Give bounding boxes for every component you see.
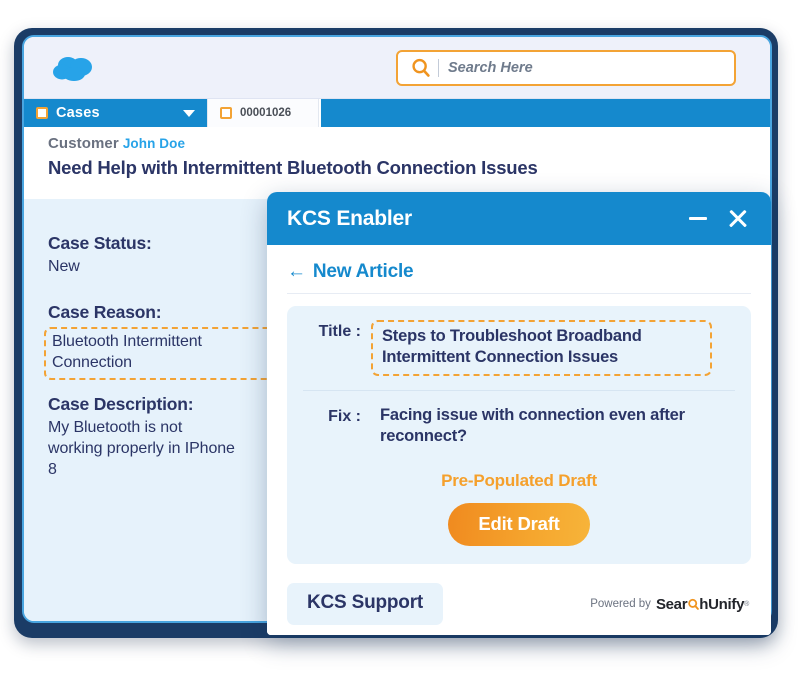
search-divider (438, 59, 439, 77)
minimize-icon[interactable] (689, 217, 707, 220)
customer-name-link[interactable]: John Doe (123, 136, 185, 151)
search-input[interactable] (448, 60, 724, 76)
magnifier-c-icon (687, 598, 699, 611)
article-title-row: Title : Steps to Troubleshoot Broadband … (303, 320, 735, 377)
kcs-support-button[interactable]: KCS Support (287, 583, 444, 625)
tab-strip: Cases 00001026 (24, 99, 770, 127)
edit-draft-row: Edit Draft (303, 503, 735, 547)
kcs-enabler-modal: KCS Enabler ← New Article Title : Steps … (267, 192, 771, 635)
trademark-symbol: ® (744, 600, 749, 608)
article-title-label: Title : (318, 323, 361, 340)
modal-divider (287, 293, 751, 294)
customer-line: Customer John Doe (48, 135, 770, 152)
page-title: Need Help with Intermittent Bluetooth Co… (48, 157, 538, 178)
article-fix-label: Fix : (328, 408, 361, 426)
search-box[interactable] (396, 50, 736, 86)
edit-draft-button[interactable]: Edit Draft (448, 503, 590, 547)
modal-footer: KCS Support Powered by Sear hUnify ® (267, 573, 771, 635)
close-icon[interactable] (727, 208, 749, 230)
case-reason-highlight: Bluetooth Intermittent Connection (44, 326, 278, 381)
window-controls (689, 208, 749, 230)
searchunify-brand-part2: hUnify (699, 595, 745, 613)
case-square-icon (36, 107, 48, 119)
tab-strip-filler (319, 99, 770, 127)
search-icon (408, 55, 434, 81)
tab-cases[interactable]: Cases (24, 99, 207, 127)
back-to-new-article-link[interactable]: ← New Article (287, 261, 414, 293)
article-title-value: Steps to Troubleshoot Broadband Intermit… (382, 327, 642, 367)
screenshot-root: Cases 00001026 Customer John Doe Need Hel… (0, 0, 800, 677)
powered-by-label: Powered by (590, 598, 651, 610)
app-topbar (24, 37, 770, 99)
searchunify-brand-part1: Sear (655, 595, 688, 613)
article-title-highlight: Steps to Troubleshoot Broadband Intermit… (371, 320, 712, 377)
article-fix-row: Fix : Facing issue with connection even … (303, 405, 735, 447)
back-link-label: New Article (312, 261, 414, 282)
case-reason-value: Bluetooth Intermittent Connection (52, 332, 202, 371)
chevron-down-icon[interactable] (183, 109, 195, 117)
arrow-left-icon: ← (287, 261, 306, 282)
article-fix-value: Facing issue with connection even after … (380, 406, 685, 446)
article-card: Title : Steps to Troubleshoot Broadband … (287, 306, 751, 565)
case-square-icon (220, 107, 232, 119)
searchunify-logo: Sear hUnify ® (656, 596, 749, 613)
tab-case-00001026[interactable]: 00001026 (207, 99, 319, 127)
powered-by-searchunify: Powered by Sear hUnify ® (590, 596, 749, 613)
tab-cases-label: Cases (56, 105, 100, 121)
customer-label: Customer (48, 135, 119, 152)
salesforce-cloud-icon (48, 53, 104, 85)
case-description-value: My Bluetooth is not working properly in … (48, 419, 235, 478)
modal-title: KCS Enabler (287, 206, 412, 230)
record-header: Customer John Doe Need Help with Intermit… (24, 127, 770, 199)
modal-titlebar: KCS Enabler (267, 192, 771, 245)
tab-case-number-label: 00001026 (240, 107, 292, 119)
article-card-divider (303, 390, 735, 392)
prepopulated-draft-note: Pre-Populated Draft (441, 471, 597, 491)
